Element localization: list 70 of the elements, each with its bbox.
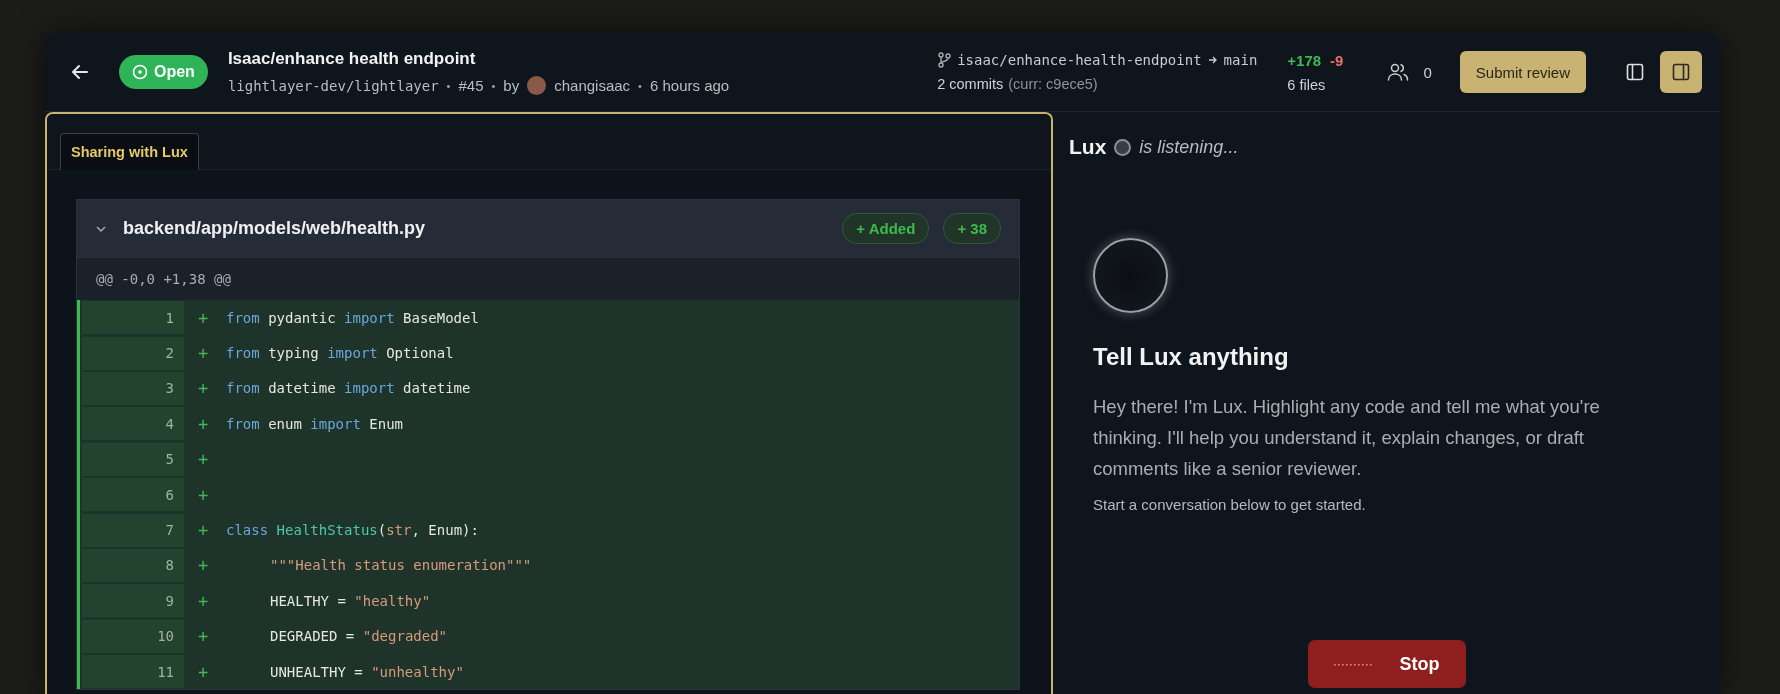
code-text: DEGRADED = "degraded" — [270, 628, 448, 645]
diff-sign: + — [196, 413, 210, 434]
commit-count: 2 commits — [937, 76, 1004, 92]
line-number: 3 — [82, 371, 184, 405]
empty-state-heading: Tell Lux anything — [1093, 343, 1290, 371]
code-text: HEALTHY = "healthy" — [270, 592, 431, 609]
diff-sign: + — [196, 378, 210, 399]
diff-sign: + — [196, 307, 210, 328]
line-number: 5 — [82, 442, 184, 476]
code-text: from typing import Optional — [226, 345, 454, 362]
code-text: from datetime import datetime — [226, 380, 471, 397]
code-text: from pydantic import BaseModel — [226, 309, 479, 326]
panel-toggle-button[interactable] — [1660, 51, 1702, 93]
author-name[interactable]: changisaac — [554, 77, 631, 94]
line-number: 7 — [82, 513, 184, 547]
additions-badge: + 38 — [943, 213, 1001, 244]
pr-number: #45 — [458, 77, 484, 94]
diff-sign: + — [196, 449, 210, 470]
reviewer-count: 0 — [1423, 63, 1432, 81]
source-branch: isaac/enhance-health-endpoint — [957, 52, 1202, 68]
assistant-status: is listening... — [1139, 136, 1239, 158]
diff-sign: + — [196, 555, 210, 576]
target-branch: main — [1223, 52, 1258, 68]
line-number: 4 — [82, 407, 184, 441]
sharing-tab[interactable]: Sharing with Lux — [60, 133, 199, 170]
line-number: 6 — [82, 478, 184, 512]
status-badge: Open — [119, 55, 208, 89]
users-icon — [1387, 62, 1410, 82]
arrow-right-icon — [1207, 55, 1218, 65]
back-arrow-icon — [71, 63, 89, 81]
line-number: 9 — [82, 584, 184, 618]
line-number: 8 — [82, 548, 184, 582]
submit-review-button[interactable]: Submit review — [1459, 51, 1586, 93]
timestamp: 6 hours ago — [649, 77, 730, 94]
line-number: 2 — [82, 336, 184, 370]
separator-dot: • — [491, 79, 496, 92]
by-label: by — [503, 77, 520, 94]
sidebar-icon — [1672, 63, 1690, 81]
code-text: class HealthStatus(str, Enum): — [226, 522, 479, 539]
diff-sign: + — [196, 484, 210, 505]
diff-sign: + — [196, 626, 210, 647]
line-number: 1 — [82, 301, 184, 335]
code-text: from enum import Enum — [226, 415, 404, 432]
avatar — [527, 76, 547, 95]
additions-count: +178 — [1287, 51, 1322, 69]
assistant-name: Lux — [1069, 135, 1107, 159]
diff-sign: + — [196, 590, 210, 611]
line-number: 10 — [82, 619, 184, 653]
diff-sign: + — [196, 661, 210, 682]
diff-sign: + — [196, 343, 210, 364]
line-number: 11 — [82, 655, 184, 689]
branch-icon — [937, 52, 952, 68]
code-text: UNHEALTHY = "unhealthy" — [270, 663, 464, 680]
hunk-header: @@ -0,0 +1,38 @@ — [77, 257, 1019, 300]
separator-dot: • — [446, 79, 451, 92]
pr-title: Isaac/enhance health endpoint — [227, 49, 477, 69]
stop-button[interactable]: Stop — [1307, 640, 1466, 688]
deletions-count: -9 — [1330, 51, 1344, 69]
current-commit: (curr: c9ece5) — [1008, 76, 1098, 92]
added-badge: + Added — [842, 213, 930, 244]
files-count: 6 files — [1287, 76, 1327, 93]
empty-state-description: Hey there! I'm Lux. Highlight any code and tell me what you're thinking. I'll help you understand it, explain changes, or draft comments like a senior reviewer. — [1093, 395, 1601, 481]
empty-state-hint: Start a conversation below to get started. — [1093, 496, 1367, 513]
circle-dot-icon — [132, 64, 148, 80]
sidebar-icon — [1626, 63, 1644, 81]
diff-sign: + — [196, 520, 210, 541]
file-path: backend/app/models/web/health.py — [123, 218, 426, 239]
separator-dot: • — [638, 79, 642, 92]
code-text: """Health status enumeration""" — [270, 557, 532, 574]
repo-name[interactable]: lightlayer-dev/lightlayer — [227, 77, 439, 94]
